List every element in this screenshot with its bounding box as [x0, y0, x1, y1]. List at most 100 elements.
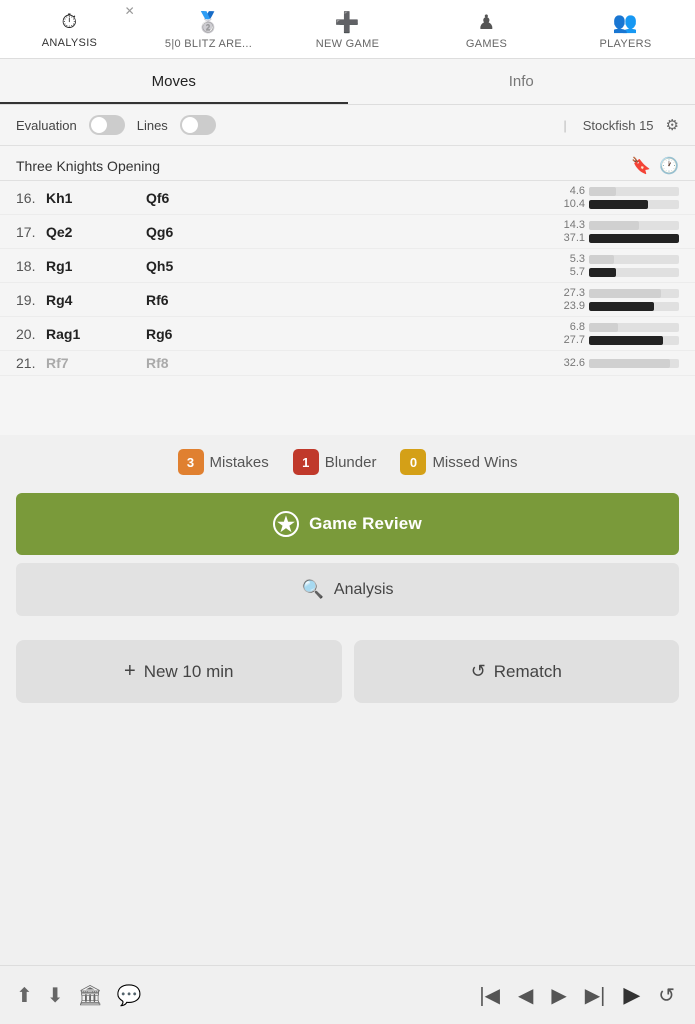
- move-black[interactable]: Qf6: [146, 190, 246, 206]
- bookmark-icon[interactable]: 🔖: [631, 156, 651, 176]
- missed-wins-count: 0: [410, 455, 417, 470]
- analysis-label: Analysis: [334, 581, 394, 599]
- star-icon: ★: [273, 511, 299, 537]
- move-num: 16.: [16, 190, 46, 206]
- plus-icon: ➕: [335, 10, 360, 35]
- bar-val: 37.1: [555, 232, 585, 244]
- new-game-button[interactable]: + New 10 min: [16, 640, 342, 703]
- download-icon[interactable]: ⬇: [47, 983, 64, 1008]
- move-num: 20.: [16, 326, 46, 342]
- nav-item-new-game[interactable]: ➕ NEW GAME: [278, 0, 417, 58]
- move-black[interactable]: Rg6: [146, 326, 246, 342]
- bar-val: 5.3: [555, 253, 585, 265]
- table-row: 18. Rg1 Qh5 5.3 5.7: [0, 249, 695, 283]
- blunders-count: 1: [302, 455, 309, 470]
- close-icon[interactable]: ✕: [125, 4, 135, 18]
- play-button[interactable]: ▶: [619, 980, 644, 1010]
- bar-val: 5.7: [555, 266, 585, 278]
- lines-toggle[interactable]: [180, 115, 216, 135]
- move-white[interactable]: Rf7: [46, 355, 146, 371]
- plus-new-icon: +: [124, 660, 136, 683]
- move-white[interactable]: Rag1: [46, 326, 146, 342]
- nav-label-analysis: ANALYSIS: [42, 37, 97, 49]
- missed-wins-badge: 0: [400, 449, 426, 475]
- action-buttons: ★ Game Review 🔍 Analysis: [0, 485, 695, 624]
- bar-val: 4.6: [555, 185, 585, 197]
- tab-info[interactable]: Info: [348, 59, 695, 104]
- lines-label: Lines: [137, 118, 168, 133]
- chat-icon[interactable]: 💬: [117, 983, 142, 1008]
- table-row: 21. Rf7 Rf8 32.6: [0, 351, 695, 376]
- missed-wins-label: Missed Wins: [432, 454, 517, 471]
- game-review-label: Game Review: [309, 514, 422, 534]
- move-bars: 32.6: [246, 357, 679, 369]
- sub-tabs: Moves Info: [0, 59, 695, 105]
- prev-move-button[interactable]: ◀: [514, 981, 537, 1010]
- last-move-button[interactable]: ▶|: [581, 981, 610, 1010]
- nav-item-blitz[interactable]: 🥈 5|0 BLITZ ARE...: [139, 0, 278, 58]
- analysis-button[interactable]: 🔍 Analysis: [16, 563, 679, 616]
- rematch-button[interactable]: ↺ Rematch: [354, 640, 680, 703]
- move-white[interactable]: Rg4: [46, 292, 146, 308]
- top-nav: ⏱ ✕ ANALYSIS 🥈 5|0 BLITZ ARE... ➕ NEW GA…: [0, 0, 695, 59]
- rematch-label: Rematch: [494, 662, 562, 682]
- game-review-button[interactable]: ★ Game Review: [16, 493, 679, 555]
- bar-val: 27.3: [555, 287, 585, 299]
- divider: |: [563, 118, 566, 133]
- nav-label-games: GAMES: [466, 38, 507, 50]
- bar-val: 14.3: [555, 219, 585, 231]
- eval-bar: Evaluation Lines | Stockfish 15 ⚙: [0, 105, 695, 146]
- analysis-icon: 🔍: [302, 579, 324, 600]
- bar-val: 27.7: [555, 334, 585, 346]
- bar-val: 23.9: [555, 300, 585, 312]
- bar-val: 10.4: [555, 198, 585, 210]
- move-num: 19.: [16, 292, 46, 308]
- opening-name: Three Knights Opening 🔖 🕐: [16, 156, 679, 176]
- move-white[interactable]: Qe2: [46, 224, 146, 240]
- library-icon[interactable]: 🏛: [78, 983, 103, 1008]
- mistakes-count: 3: [187, 455, 194, 470]
- timer-icon: ⏱: [62, 11, 78, 34]
- stat-missed-wins: 0 Missed Wins: [400, 449, 517, 475]
- move-num: 18.: [16, 258, 46, 274]
- move-black[interactable]: Rf6: [146, 292, 246, 308]
- move-bars: 4.6 10.4: [246, 185, 679, 210]
- move-white[interactable]: Rg1: [46, 258, 146, 274]
- toolbar-right: |◀ ◀ ▶ ▶| ▶ ↺: [475, 980, 679, 1010]
- new-game-label: New 10 min: [144, 662, 234, 682]
- nav-item-players[interactable]: 👥 PLAYERS: [556, 0, 695, 58]
- bar-val: 32.6: [555, 357, 585, 369]
- first-move-button[interactable]: |◀: [475, 981, 504, 1010]
- next-move-button[interactable]: ▶: [547, 981, 570, 1010]
- medal-icon: 🥈: [196, 10, 221, 35]
- nav-item-games[interactable]: ♟ GAMES: [417, 0, 556, 58]
- table-row: 20. Rag1 Rg6 6.8 27.7: [0, 317, 695, 351]
- move-black[interactable]: Qg6: [146, 224, 246, 240]
- evaluation-toggle[interactable]: [89, 115, 125, 135]
- rematch-icon: ↺: [471, 661, 486, 682]
- stat-mistakes: 3 Mistakes: [178, 449, 269, 475]
- move-bars: 6.8 27.7: [246, 321, 679, 346]
- nav-item-analysis[interactable]: ⏱ ✕ ANALYSIS: [0, 0, 139, 58]
- refresh-button[interactable]: ↺: [654, 981, 679, 1010]
- move-num: 21.: [16, 355, 46, 371]
- nav-label-players: PLAYERS: [599, 38, 651, 50]
- move-black[interactable]: Qh5: [146, 258, 246, 274]
- move-white[interactable]: Kh1: [46, 190, 146, 206]
- stat-blunders: 1 Blunder: [293, 449, 377, 475]
- move-bars: 27.3 23.9: [246, 287, 679, 312]
- mistakes-badge: 3: [178, 449, 204, 475]
- evaluation-label: Evaluation: [16, 118, 77, 133]
- move-bars: 14.3 37.1: [246, 219, 679, 244]
- bar-val: 6.8: [555, 321, 585, 333]
- nav-label-blitz: 5|0 BLITZ ARE...: [165, 38, 252, 50]
- share-icon[interactable]: ⬆: [16, 983, 33, 1008]
- move-black[interactable]: Rf8: [146, 355, 246, 371]
- stats-row: 3 Mistakes 1 Blunder 0 Missed Wins: [0, 435, 695, 485]
- chess-icon: ♟: [477, 10, 495, 35]
- clock-icon[interactable]: 🕐: [659, 156, 679, 176]
- table-row: 16. Kh1 Qf6 4.6 10.4: [0, 181, 695, 215]
- mistakes-label: Mistakes: [210, 454, 269, 471]
- tab-moves[interactable]: Moves: [0, 59, 348, 104]
- gear-icon[interactable]: ⚙: [666, 116, 679, 134]
